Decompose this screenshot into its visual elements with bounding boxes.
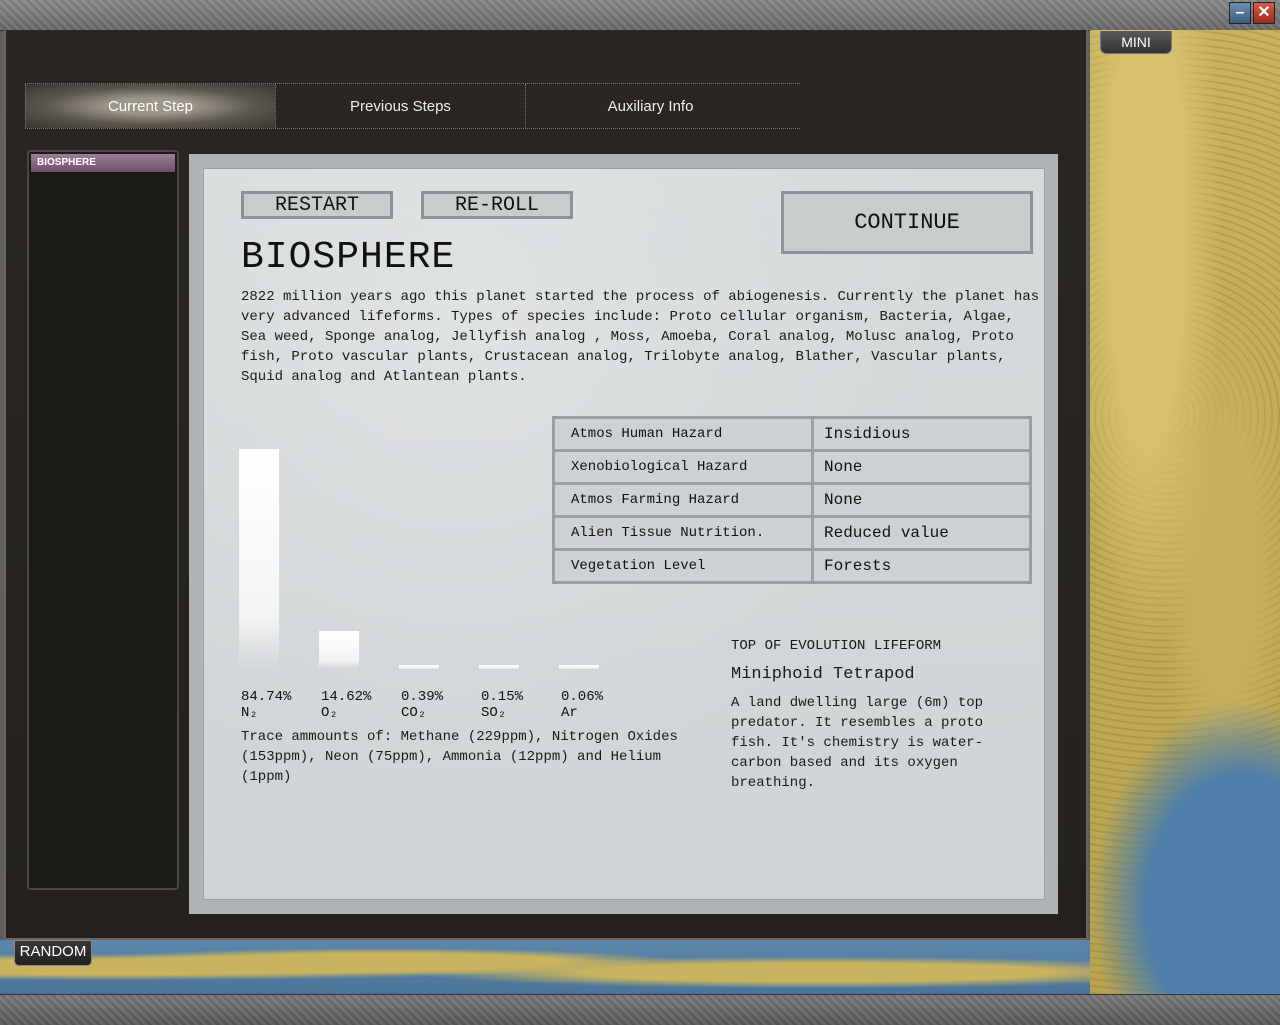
hazard-value: Insidious: [811, 416, 1032, 452]
chart-bar: [319, 630, 359, 669]
chart-category-label: Ar: [561, 705, 578, 721]
chart-value-label: 0.15%: [481, 689, 524, 705]
hazard-value: Reduced value: [811, 515, 1032, 551]
tab-current-step[interactable]: Current Step: [25, 84, 275, 128]
reroll-button[interactable]: RE-ROLL: [421, 191, 573, 219]
chart-value-label: 0.06%: [561, 689, 604, 705]
atmosphere-chart: 84.74% N₂ 14.62% O₂ 0.39% CO₂ 0.15% SO₂ 0.06% Ar: [235, 405, 635, 725]
chart-bar: [399, 665, 439, 669]
world-map-bottom[interactable]: [0, 940, 1090, 994]
bottom-bar: [0, 994, 1280, 1025]
page-title: BIOSPHERE: [241, 236, 456, 279]
mini-map-button[interactable]: MINI: [1100, 31, 1172, 54]
chart-bar-label: 0.39% CO₂: [401, 689, 471, 721]
chart-bar-label: 0.06% Ar: [561, 689, 631, 721]
step-list-item-biosphere[interactable]: BIOSPHERE: [31, 154, 175, 172]
chart-bar-label: 0.15% SO₂: [481, 689, 551, 721]
biosphere-description: 2822 million years ago this planet start…: [241, 289, 1040, 385]
chart-bar-label: 84.74% N₂: [241, 689, 311, 721]
hazard-value: None: [811, 482, 1032, 518]
chart-value-label: 84.74%: [241, 689, 292, 705]
restart-button[interactable]: RESTART: [241, 191, 393, 219]
hazard-value: None: [811, 449, 1032, 485]
continue-button[interactable]: CONTINUE: [781, 191, 1033, 254]
chart-value-label: 14.62%: [321, 689, 372, 705]
lifeform-name: Miniphoid Tetrapod: [731, 665, 915, 684]
close-icon[interactable]: ✕: [1253, 2, 1275, 24]
chart-category-label: CO₂: [401, 705, 427, 721]
chart-category-label: SO₂: [481, 705, 507, 721]
chart-category-label: N₂: [241, 705, 258, 721]
random-button[interactable]: RANDOM: [14, 940, 92, 966]
top-bar: [0, 0, 1280, 31]
lifeform-description: A land dwelling large (6m) top predator.…: [731, 695, 984, 791]
tab-previous-steps[interactable]: Previous Steps: [275, 84, 525, 128]
lifeform-title: TOP OF EVOLUTION LIFEFORM: [731, 638, 942, 654]
step-tabs: Current Step Previous Steps Auxiliary In…: [25, 83, 800, 129]
chart-value-label: 0.39%: [401, 689, 444, 705]
chart-bar-label: 14.62% O₂: [321, 689, 391, 721]
trace-gases-text: Trace ammounts of: Methane (229ppm), Nit…: [241, 729, 678, 785]
chart-category-label: O₂: [321, 705, 338, 721]
chart-bar: [479, 665, 519, 669]
chart-bar: [559, 665, 599, 669]
tab-auxiliary-info[interactable]: Auxiliary Info: [525, 84, 775, 128]
minimize-icon[interactable]: –: [1229, 2, 1251, 24]
hazard-value: Forests: [811, 548, 1032, 584]
step-list: BIOSPHERE: [27, 150, 179, 890]
chart-bar: [239, 448, 279, 669]
map-water: [1090, 700, 1280, 994]
